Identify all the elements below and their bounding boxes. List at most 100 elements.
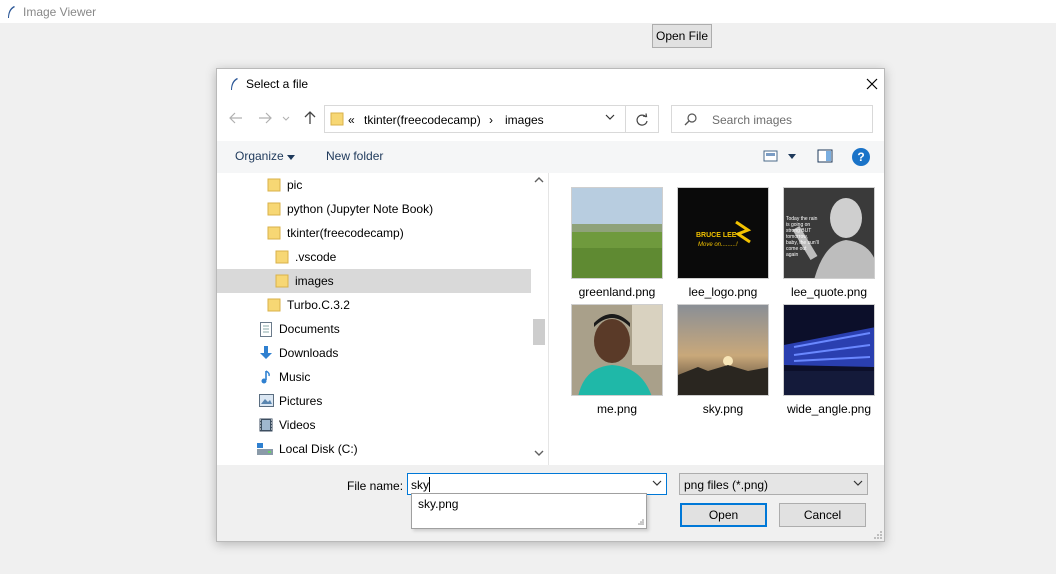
tree-item-vscode[interactable]: .vscode <box>217 245 531 269</box>
help-icon[interactable]: ? <box>852 148 870 166</box>
file-name-label: wide_angle.png <box>786 402 872 416</box>
refresh-icon[interactable] <box>633 111 651 129</box>
new-folder-button[interactable]: New folder <box>326 149 383 163</box>
tree-item-label: Music <box>279 370 311 384</box>
thumbnail-logo-text: BRUCE LEE <box>696 232 737 239</box>
file-grid: greenland.png BRUCE LEE Move on.........… <box>549 173 884 465</box>
tree-item-label: Downloads <box>279 346 339 360</box>
app-titlebar: Image Viewer <box>0 0 1056 23</box>
resize-grip-icon[interactable] <box>637 519 644 526</box>
tree-item-turbo[interactable]: Turbo.C.3.2 <box>217 293 531 317</box>
local-disk-icon <box>257 443 273 455</box>
scroll-up-icon[interactable] <box>534 176 544 183</box>
autocomplete-item[interactable]: sky.png <box>418 497 458 511</box>
file-name-label: lee_quote.png <box>790 285 868 299</box>
search-placeholder: Search images <box>712 113 793 127</box>
tree-item-label: .vscode <box>295 250 337 264</box>
thumbnail-greenland <box>571 187 663 279</box>
tree-item-label: Pictures <box>279 394 323 408</box>
tree-item-documents[interactable]: Documents <box>217 317 531 341</box>
file-name-value: sky <box>411 478 429 492</box>
thumbnail-sky <box>677 304 769 396</box>
up-arrow-icon[interactable] <box>301 109 319 127</box>
tree-item-label: tkinter(freecodecamp) <box>287 226 404 240</box>
thumbnail-me <box>571 304 663 396</box>
scrollbar-thumb[interactable] <box>533 319 545 345</box>
breadcrumb-separator: › <box>489 113 493 127</box>
downloads-icon <box>260 346 272 359</box>
chevron-down-icon <box>287 155 296 160</box>
tree-item-python[interactable]: python (Jupyter Note Book) <box>217 197 531 221</box>
file-name-label: sky.png <box>702 402 744 416</box>
music-icon <box>261 370 270 384</box>
folder-icon <box>267 202 281 216</box>
tree-item-label: Turbo.C.3.2 <box>287 298 350 312</box>
search-icon <box>684 113 697 126</box>
resize-grip-icon[interactable] <box>873 530 882 539</box>
chevron-down-icon[interactable] <box>605 114 615 120</box>
thumbnail-logo-subtext: Move on.........! <box>698 242 738 248</box>
tree-item-videos[interactable]: Videos <box>217 413 531 437</box>
folder-icon <box>267 298 281 312</box>
app-title: Image Viewer <box>23 5 97 19</box>
tree-item-local-disk[interactable]: Local Disk (C:) <box>217 437 531 461</box>
change-view-button[interactable] <box>763 150 803 165</box>
dialog-footer: File name: sky png files (*.png) Open Ca… <box>217 465 884 541</box>
file-name-field-label: File name: <box>347 479 404 493</box>
tree-item-label: pic <box>287 178 303 192</box>
autocomplete-dropdown: sky.png <box>411 493 647 529</box>
file-lee-logo[interactable]: BRUCE LEE Move on.........! lee_logo.png <box>667 183 773 299</box>
tree-item-music[interactable]: Music <box>217 365 531 389</box>
thumbnail-wide-angle <box>783 304 875 396</box>
open-file-button[interactable]: Open File <box>652 24 712 48</box>
file-lee-quote[interactable]: Today the rain is going on strong BUT to… <box>773 183 879 299</box>
text-caret <box>429 477 430 492</box>
organize-button[interactable]: Organize <box>235 149 296 163</box>
tree-item-pic[interactable]: pic <box>217 173 531 197</box>
breadcrumb-overflow[interactable]: « <box>348 113 355 127</box>
thumbnail-lee-logo: BRUCE LEE Move on.........! <box>677 187 769 279</box>
file-name-label: greenland.png <box>578 285 656 299</box>
search-box[interactable]: Search images <box>671 105 873 133</box>
chevron-down-icon[interactable] <box>652 480 662 486</box>
tree-item-label: images <box>295 274 334 288</box>
tree-item-label: Videos <box>279 418 316 432</box>
feather-icon <box>8 6 15 18</box>
breadcrumb-images[interactable]: images <box>505 113 544 127</box>
file-name-label: lee_logo.png <box>688 285 758 299</box>
file-name-input[interactable]: sky <box>407 473 667 495</box>
open-button[interactable]: Open <box>680 503 767 527</box>
back-arrow-icon[interactable] <box>227 109 245 127</box>
tree-item-label: Documents <box>279 322 340 336</box>
view-options-icon <box>763 150 796 162</box>
file-name-label: me.png <box>596 402 638 416</box>
videos-icon <box>259 418 273 432</box>
cancel-button[interactable]: Cancel <box>779 503 866 527</box>
file-me[interactable]: me.png <box>561 300 667 416</box>
file-type-select[interactable]: png files (*.png) <box>679 473 868 495</box>
preview-pane-icon[interactable] <box>817 149 833 166</box>
address-bar[interactable]: « tkinter(freecodecamp) › images <box>324 105 659 133</box>
scroll-down-icon[interactable] <box>534 450 544 457</box>
file-dialog: Select a file « tkinter(freecodecamp) › … <box>216 68 885 542</box>
thumbnail-quote-text: Today the rain is going on strong BUT to… <box>786 216 819 258</box>
close-icon[interactable] <box>861 73 883 95</box>
file-sky[interactable]: sky.png <box>667 300 773 416</box>
recent-locations-chevron-icon[interactable] <box>281 109 291 127</box>
dialog-title: Select a file <box>246 77 309 91</box>
breadcrumb-tkinter[interactable]: tkinter(freecodecamp) <box>364 113 481 127</box>
file-wide-angle[interactable]: wide_angle.png <box>773 300 879 416</box>
tree-item-pictures[interactable]: Pictures <box>217 389 531 413</box>
chevron-down-icon <box>853 480 863 486</box>
navigation-tree: pic python (Jupyter Note Book) tkinter(f… <box>217 173 547 465</box>
feather-icon <box>231 78 238 90</box>
tree-item-downloads[interactable]: Downloads <box>217 341 531 365</box>
tree-scrollbar[interactable] <box>531 173 547 465</box>
tree-item-label: Local Disk (C:) <box>279 442 358 456</box>
folder-icon <box>267 226 281 240</box>
tree-item-images[interactable]: images <box>217 269 531 293</box>
forward-arrow-icon[interactable] <box>256 109 274 127</box>
tree-item-tkinter[interactable]: tkinter(freecodecamp) <box>217 221 531 245</box>
file-greenland[interactable]: greenland.png <box>561 183 667 299</box>
pictures-icon <box>259 394 274 407</box>
